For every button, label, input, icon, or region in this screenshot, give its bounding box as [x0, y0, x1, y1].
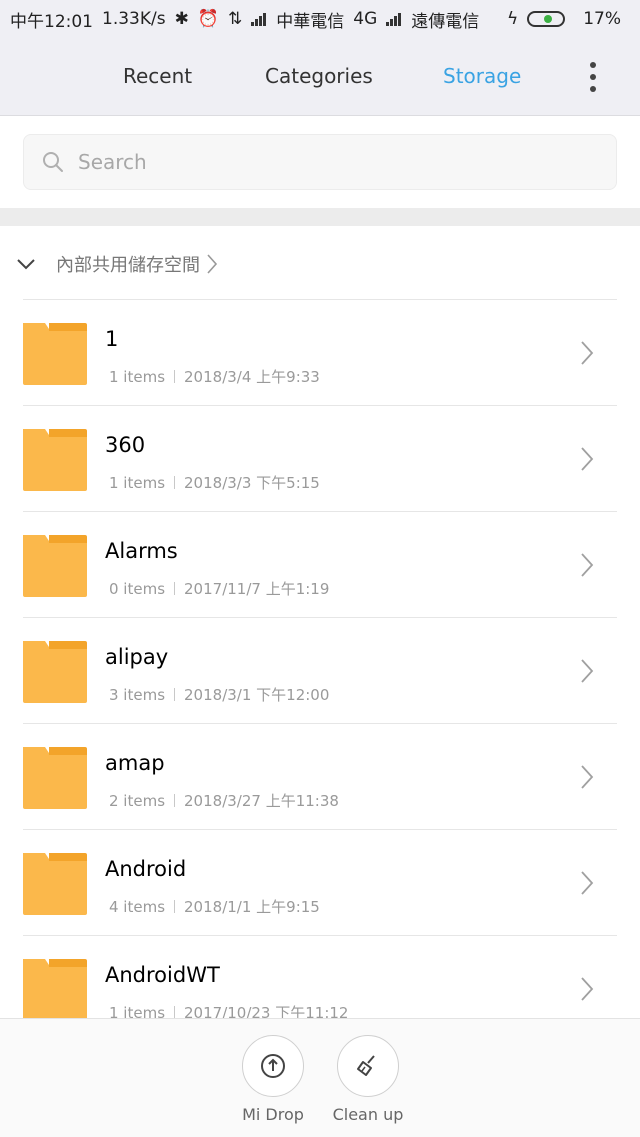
folder-row[interactable]: Alarms 0 items 2017/11/7 上午1:19	[23, 511, 617, 617]
folder-item-count: 2 items	[109, 792, 166, 810]
folder-row[interactable]: amap 2 items 2018/3/27 上午11:38	[23, 723, 617, 829]
folder-name: 1	[105, 327, 119, 351]
mi-drop-button[interactable]: Mi Drop	[241, 1035, 305, 1124]
folder-item-count: 4 items	[109, 898, 166, 916]
folder-meta: 1 items 2018/3/3 下午5:15	[109, 472, 320, 493]
folder-name: 360	[105, 433, 146, 457]
folder-meta: 0 items 2017/11/7 上午1:19	[109, 578, 329, 599]
folder-row[interactable]: 1 1 items 2018/3/4 上午9:33	[23, 299, 617, 405]
folder-meta: 1 items 2018/3/4 上午9:33	[109, 366, 320, 387]
chevron-right-icon	[581, 341, 594, 365]
search-icon	[43, 152, 63, 172]
carrier-1: 中華電信	[276, 11, 345, 32]
folder-list: 1 1 items 2018/3/4 上午9:33 360 1 items 2018/3/…	[0, 299, 640, 1041]
folder-name: alipay	[105, 645, 169, 669]
chevron-right-icon	[581, 553, 594, 577]
folder-name: amap	[105, 751, 165, 775]
mi-drop-label: Mi Drop	[242, 1105, 304, 1124]
network-type: 4G	[353, 9, 378, 29]
broom-icon	[337, 1035, 399, 1097]
folder-row[interactable]: Android 4 items 2018/1/1 上午9:15	[23, 829, 617, 935]
folder-date: 2018/3/4 上午9:33	[184, 368, 320, 386]
chevron-down-icon[interactable]	[16, 258, 36, 270]
status-time: 中午12:01	[10, 11, 93, 32]
bottom-action-bar: Mi Drop Clean up	[0, 1018, 640, 1137]
battery-icon	[527, 11, 574, 27]
folder-meta: 4 items 2018/1/1 上午9:15	[109, 896, 320, 917]
folder-name: AndroidWT	[105, 963, 220, 987]
alarm-icon: ⏰	[197, 9, 220, 29]
folder-meta: 3 items 2018/3/1 下午12:00	[109, 684, 329, 705]
mi-drop-icon	[242, 1035, 304, 1097]
chevron-right-icon	[581, 977, 594, 1001]
more-options-icon[interactable]	[590, 62, 598, 92]
breadcrumb[interactable]: 內部共用儲存空間	[0, 240, 640, 288]
file-manager-screen: 中午12:01 1.33K/s ✱ ⏰ ⇅ 中華電信 4G 遠傳電信 ϟ 17%…	[0, 0, 640, 1137]
signal-icon-2	[386, 12, 402, 26]
network-speed: 1.33K/s	[102, 9, 166, 29]
battery-percent: 17%	[583, 9, 621, 29]
meta-separator	[174, 370, 176, 383]
folder-meta: 2 items 2018/3/27 上午11:38	[109, 790, 339, 811]
chevron-right-icon	[581, 765, 594, 789]
folder-date: 2017/11/7 上午1:19	[184, 580, 330, 598]
folder-icon	[23, 641, 87, 703]
tab-storage[interactable]: Storage	[443, 64, 521, 88]
search-input[interactable]: Search	[23, 134, 617, 190]
folder-icon	[23, 853, 87, 915]
folder-item-count: 0 items	[109, 580, 166, 598]
folder-date: 2018/3/3 下午5:15	[184, 474, 320, 492]
chevron-right-icon	[581, 447, 594, 471]
meta-separator	[174, 900, 176, 913]
folder-name: Android	[105, 857, 187, 881]
tab-recent[interactable]: Recent	[123, 64, 192, 88]
folder-icon	[23, 323, 87, 385]
folder-date: 2018/3/1 下午12:00	[184, 686, 330, 704]
bluetooth-icon: ✱	[174, 9, 189, 29]
status-bar: 中午12:01 1.33K/s ✱ ⏰ ⇅ 中華電信 4G 遠傳電信 ϟ 17%	[0, 0, 640, 38]
meta-separator	[174, 688, 176, 701]
carrier-2: 遠傳電信	[411, 11, 480, 32]
clean-up-label: Clean up	[332, 1105, 404, 1124]
folder-icon	[23, 535, 87, 597]
data-transfer-icon: ⇅	[228, 9, 243, 29]
meta-separator	[174, 476, 176, 489]
folder-date: 2018/1/1 上午9:15	[184, 898, 320, 916]
section-divider	[0, 208, 640, 226]
folder-item-count: 3 items	[109, 686, 166, 704]
folder-row[interactable]: alipay 3 items 2018/3/1 下午12:00	[23, 617, 617, 723]
tab-categories[interactable]: Categories	[265, 64, 373, 88]
chevron-right-icon	[207, 254, 218, 274]
chevron-right-icon	[581, 871, 594, 895]
folder-item-count: 1 items	[109, 474, 166, 492]
folder-date: 2018/3/27 上午11:38	[184, 792, 339, 810]
tab-bar: Recent Categories Storage	[0, 38, 640, 116]
folder-row[interactable]: 360 1 items 2018/3/3 下午5:15	[23, 405, 617, 511]
folder-name: Alarms	[105, 539, 178, 563]
folder-icon	[23, 429, 87, 491]
folder-item-count: 1 items	[109, 368, 166, 386]
meta-separator	[174, 794, 176, 807]
breadcrumb-path[interactable]: 內部共用儲存空間	[56, 251, 200, 277]
folder-icon	[23, 959, 87, 1021]
charging-icon: ϟ	[506, 9, 519, 29]
search-placeholder: Search	[78, 150, 147, 174]
chevron-right-icon	[581, 659, 594, 683]
signal-icon	[251, 12, 267, 26]
clean-up-button[interactable]: Clean up	[333, 1035, 403, 1124]
folder-icon	[23, 747, 87, 809]
meta-separator	[174, 582, 176, 595]
